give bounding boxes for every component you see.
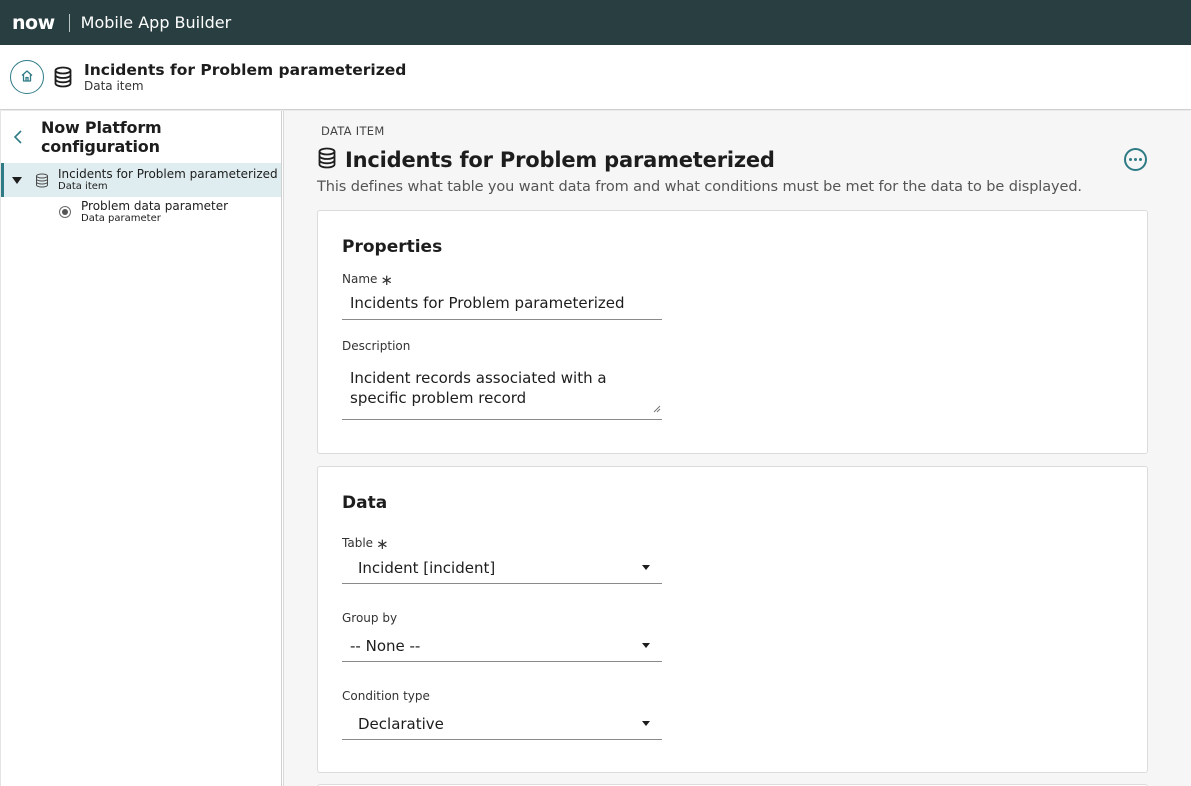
- divider: [68, 13, 70, 32]
- name-label: Name ∗: [342, 271, 393, 289]
- group-by-label: Group by: [342, 611, 398, 625]
- now-logo[interactable]: now: [12, 12, 55, 34]
- required-marker: ∗: [380, 271, 393, 289]
- top-bar: now Mobile App Builder: [0, 0, 1191, 45]
- page-header: Incidents for Problem parameterized Data…: [0, 45, 1191, 110]
- main-content: DATA ITEM Incidents for Problem paramete…: [283, 111, 1191, 786]
- more-options-icon: [1129, 158, 1132, 161]
- caret-down-icon[interactable]: [12, 176, 22, 184]
- name-field-value: Incidents for Problem parameterized: [350, 294, 625, 312]
- page-description: This defines what table you want data fr…: [317, 179, 1082, 195]
- dropdown-arrow-icon: [642, 565, 650, 570]
- sidebar-header: Now Platform configuration: [1, 111, 281, 163]
- properties-card: Properties Name ∗ Incidents for Problem p…: [317, 210, 1148, 454]
- home-button[interactable]: [10, 60, 44, 94]
- sidebar-item-label: Problem data parameter: [81, 199, 229, 213]
- database-icon: [53, 66, 73, 88]
- home-icon: [20, 68, 34, 87]
- sidebar-item-label: Incidents for Problem parameterized: [58, 167, 278, 181]
- header-subtitle: Data item: [84, 79, 144, 93]
- dropdown-arrow-icon: [642, 643, 650, 648]
- more-options-button[interactable]: [1124, 148, 1147, 171]
- sidebar-item-data-parameter[interactable]: Problem data parameter Data parameter: [1, 197, 281, 227]
- database-icon: [317, 147, 337, 173]
- page-title: Incidents for Problem parameterized: [317, 147, 775, 173]
- sidebar-item-type: Data parameter: [81, 213, 161, 224]
- table-select-value: Incident [incident]: [358, 558, 496, 577]
- group-by-select[interactable]: -- None --: [342, 630, 662, 662]
- sidebar-item-type: Data item: [58, 181, 108, 192]
- sidebar-title: Now Platform configuration: [41, 118, 162, 156]
- condition-type-label: Condition type: [342, 689, 430, 703]
- header-title: Incidents for Problem parameterized: [84, 61, 407, 79]
- sidebar-item-data-item[interactable]: Incidents for Problem parameterized Data…: [1, 163, 281, 197]
- required-marker: ∗: [376, 535, 389, 553]
- radio-icon: [58, 205, 72, 219]
- resize-handle-icon[interactable]: [653, 398, 661, 418]
- properties-heading: Properties: [342, 237, 443, 257]
- group-by-select-value: -- None --: [350, 636, 421, 655]
- header-title-block: Incidents for Problem parameterized Data…: [84, 61, 406, 93]
- condition-type-select[interactable]: Declarative: [342, 708, 662, 740]
- table-select[interactable]: Incident [incident]: [342, 552, 662, 584]
- name-field[interactable]: Incidents for Problem parameterized: [342, 288, 662, 320]
- record-type-label: DATA ITEM: [321, 124, 385, 138]
- condition-type-select-value: Declarative: [358, 714, 444, 733]
- sidebar: Now Platform configuration Incidents for…: [0, 111, 282, 786]
- table-label: Table ∗: [342, 535, 389, 553]
- page-title-text: Incidents for Problem parameterized: [345, 148, 775, 172]
- description-label: Description: [342, 339, 411, 353]
- data-heading: Data: [342, 493, 388, 513]
- dropdown-arrow-icon: [642, 721, 650, 726]
- data-card: Data Table ∗ Incident [incident] Group by…: [317, 466, 1148, 773]
- description-field-value: Incident records associated with a speci…: [350, 369, 607, 407]
- back-chevron-icon[interactable]: [13, 130, 23, 144]
- app-title: Mobile App Builder: [80, 13, 232, 32]
- database-icon: [35, 173, 49, 188]
- description-field[interactable]: Incident records associated with a speci…: [342, 358, 662, 420]
